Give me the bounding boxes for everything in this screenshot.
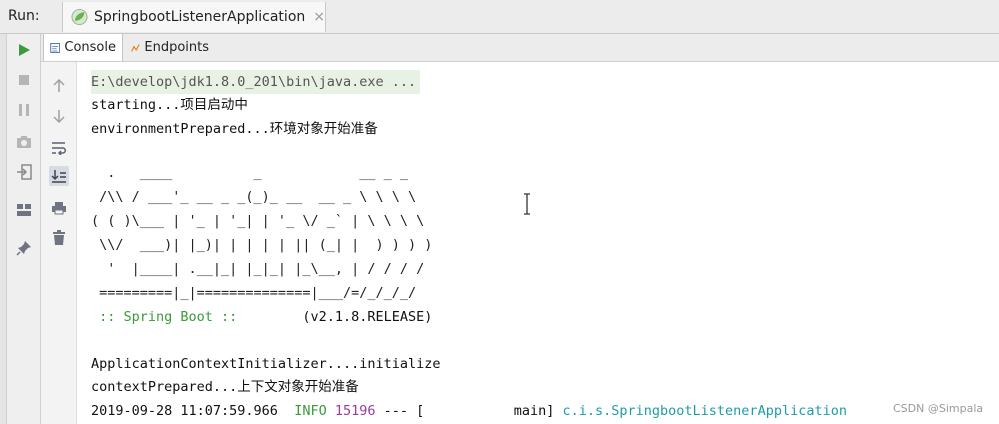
soft-wrap-icon <box>52 142 66 155</box>
spring-leaf-icon <box>71 8 88 26</box>
log-thread: main] <box>513 403 555 419</box>
run-tool-window-header: Run: SpringbootListenerApplication × <box>0 0 999 34</box>
print-icon <box>52 202 66 215</box>
run-side-toolbar <box>7 34 41 424</box>
tab-console-label: Console <box>64 40 116 55</box>
console-line: environmentPrepared...环境对象开始准备 <box>91 121 378 137</box>
arrow-up-icon <box>53 79 65 92</box>
close-tab-icon[interactable]: × <box>313 9 325 25</box>
console-line: contextPrepared...上下文对象开始准备 <box>91 379 359 395</box>
exit-button[interactable] <box>14 162 34 182</box>
banner-line: /\\ / ___'_ __ _ _(_)_ __ __ _ \ \ \ \ <box>91 189 417 205</box>
run-label: Run: <box>8 8 40 24</box>
arrow-down-icon <box>53 110 65 123</box>
soft-wrap-button[interactable] <box>49 138 69 158</box>
console-tabs-bar: Console Endpoints <box>41 34 999 62</box>
scroll-down-button[interactable] <box>49 106 69 126</box>
console-icon <box>50 42 61 53</box>
text-cursor-icon <box>524 193 530 215</box>
rerun-button[interactable] <box>14 40 34 60</box>
banner-line: ' |____| .__|_| |_|_| |_\__, | / / / / <box>91 261 425 277</box>
log-line: 2019-09-28 11:07:59.966 INFO 15196 --- [… <box>91 399 847 423</box>
layout-icon <box>17 204 31 216</box>
print-button[interactable] <box>49 198 69 218</box>
exit-icon <box>17 164 32 180</box>
spring-boot-version: (v2.1.8.RELEASE) <box>302 309 433 325</box>
play-icon <box>19 44 30 56</box>
stop-icon <box>19 75 29 85</box>
scroll-to-end-icon <box>51 170 66 183</box>
console-line: starting...项目启动中 <box>91 97 248 113</box>
tab-console[interactable]: Console <box>43 34 123 61</box>
log-separator: --- <box>383 403 409 419</box>
scroll-to-end-button[interactable] <box>49 166 69 186</box>
spring-boot-label: :: Spring Boot :: <box>91 309 238 325</box>
tab-endpoints-label: Endpoints <box>144 40 209 55</box>
banner-line: \\/ ___)| |_)| | | | | || (_| | ) ) ) ) <box>91 237 433 253</box>
left-edge-strip <box>0 34 7 424</box>
console-command-line: E:\develop\jdk1.8.0_201\bin\java.exe ... <box>91 70 421 94</box>
console-output[interactable]: E:\develop\jdk1.8.0_201\bin\java.exe ...… <box>78 62 999 424</box>
run-config-tab-title: SpringbootListenerApplication <box>94 9 306 25</box>
camera-icon <box>17 136 31 148</box>
watermark: CSDN @Simpala <box>893 402 984 415</box>
banner-line: . ____ _ __ _ _ <box>91 165 408 181</box>
banner-line: =========|_|==============|___/=/_/_/_/ <box>91 285 417 301</box>
stop-button[interactable] <box>14 70 34 90</box>
console-toolbar <box>41 62 77 424</box>
clear-all-button[interactable] <box>49 228 69 248</box>
pin-button[interactable] <box>14 238 34 258</box>
log-level: INFO <box>294 403 327 419</box>
scroll-up-button[interactable] <box>49 76 69 96</box>
spring-boot-version-line: :: Spring Boot :: (v2.1.8.RELEASE) <box>91 305 432 329</box>
layout-button[interactable] <box>14 200 34 220</box>
pin-icon <box>16 241 31 256</box>
banner-line: ( ( )\___ | '_ | '_| | '_ \/ _` | \ \ \ … <box>91 213 425 229</box>
pause-button[interactable] <box>14 100 34 120</box>
log-pid: 15196 <box>334 403 376 419</box>
pause-icon <box>19 104 29 116</box>
run-config-tab[interactable]: SpringbootListenerApplication × <box>62 2 326 32</box>
console-line: ApplicationContextInitializer....initial… <box>91 356 441 372</box>
log-logger: c.i.s.SpringbootListenerApplication <box>562 403 847 419</box>
log-timestamp: 2019-09-28 11:07:59.966 <box>91 403 278 419</box>
dump-threads-button[interactable] <box>14 132 34 152</box>
trash-icon <box>53 230 65 245</box>
endpoints-icon <box>131 43 140 52</box>
tab-endpoints[interactable]: Endpoints <box>125 34 215 61</box>
